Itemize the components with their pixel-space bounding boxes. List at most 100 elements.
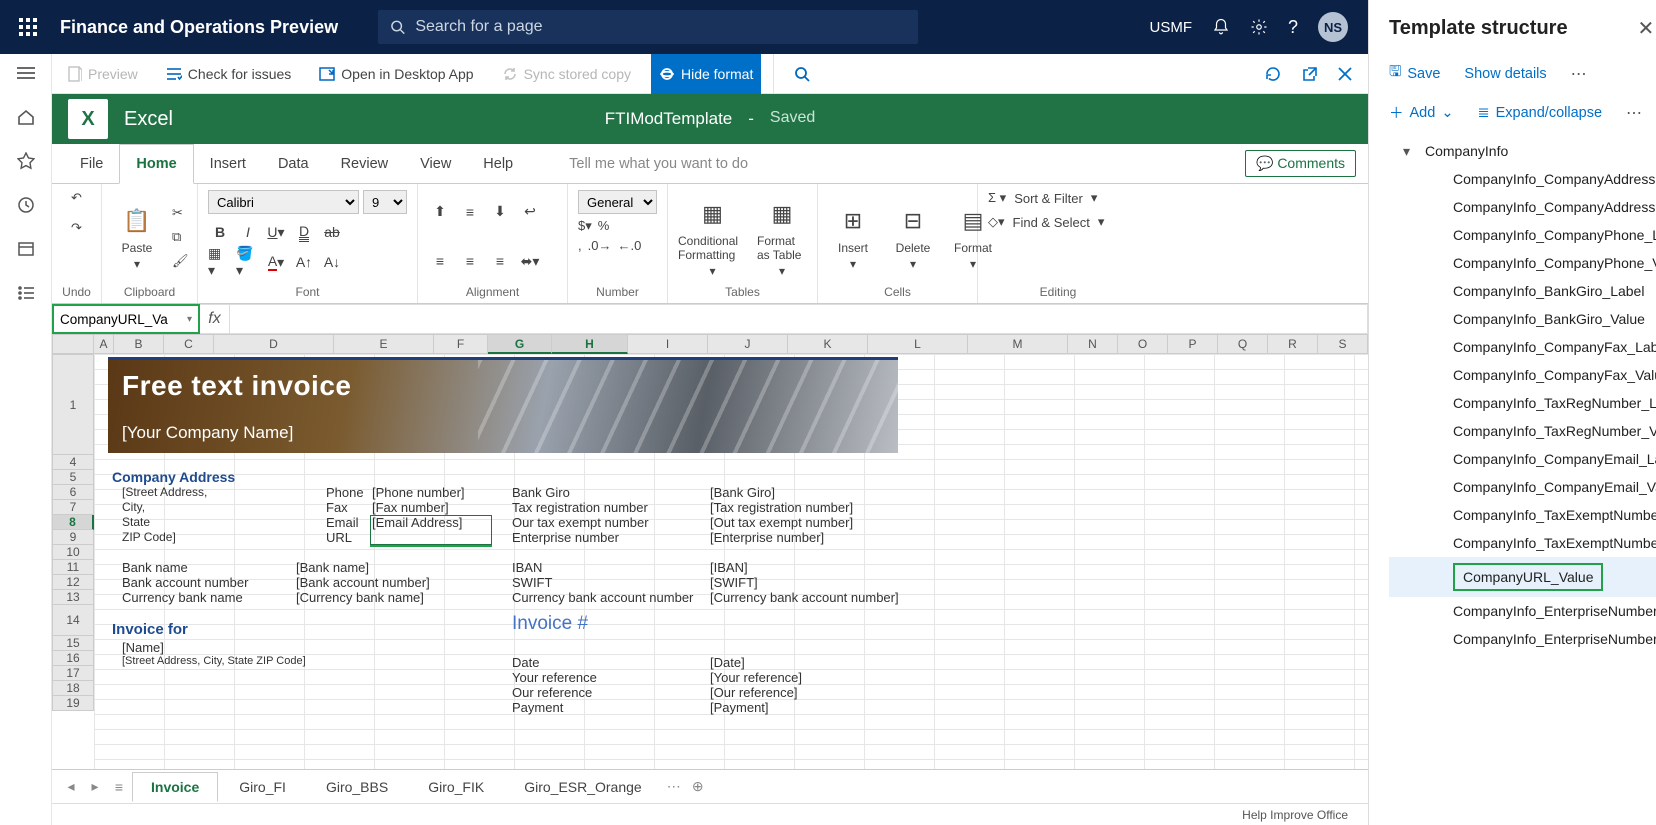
list-icon[interactable] xyxy=(15,282,37,304)
name-box[interactable]: CompanyURL_Va▾ xyxy=(52,304,200,334)
autosum-icon[interactable]: Σ ▾ xyxy=(988,190,1006,206)
border-button[interactable]: ▦ ▾ xyxy=(208,250,232,274)
tree-item[interactable]: CompanyInfo_CompanyEmail_La xyxy=(1389,445,1656,473)
hamburger-icon[interactable] xyxy=(15,62,37,84)
tab-review[interactable]: Review xyxy=(325,144,405,184)
document-name[interactable]: FTIModTemplate xyxy=(605,109,733,129)
column-header[interactable]: B xyxy=(114,334,164,354)
column-header[interactable]: I xyxy=(628,334,708,354)
clock-icon[interactable] xyxy=(15,194,37,216)
row-header[interactable]: 12 xyxy=(52,575,94,590)
column-header[interactable]: F xyxy=(434,334,488,354)
row-header[interactable]: 19 xyxy=(52,696,94,711)
align-middle-button[interactable]: ≡ xyxy=(458,200,482,224)
search-input[interactable] xyxy=(415,18,906,36)
align-left-button[interactable]: ≡ xyxy=(428,249,452,273)
row-header[interactable]: 16 xyxy=(52,651,94,666)
undo-icon[interactable]: ↶ xyxy=(71,190,82,206)
align-bottom-button[interactable]: ⬇ xyxy=(488,200,512,224)
tree-item[interactable]: CompanyInfo_CompanyEmail_Va xyxy=(1389,473,1656,501)
column-header[interactable]: E xyxy=(334,334,434,354)
tree-item[interactable]: CompanyInfo_EnterpriseNumber xyxy=(1389,625,1656,653)
merge-button[interactable]: ⬌▾ xyxy=(518,249,542,273)
font-size-select[interactable]: 9 xyxy=(363,190,407,214)
tree-item[interactable]: CompanyInfo_CompanyFax_Labe xyxy=(1389,333,1656,361)
column-header[interactable]: D xyxy=(214,334,334,354)
formula-bar[interactable] xyxy=(230,304,1368,334)
open-desktop-button[interactable]: Open in Desktop App xyxy=(311,54,481,94)
column-header[interactable]: L xyxy=(868,334,968,354)
home-icon[interactable] xyxy=(15,106,37,128)
row-header[interactable]: 4 xyxy=(52,455,94,470)
currency-button[interactable]: $▾ xyxy=(578,218,592,234)
conditional-formatting-button[interactable]: ▦Conditional Formatting ▾ xyxy=(678,196,747,278)
sheet-nav-prev-icon[interactable]: ▸ xyxy=(84,778,106,795)
percent-button[interactable]: % xyxy=(598,218,610,234)
spreadsheet-grid[interactable]: Free text invoice [Your Company Name] Co… xyxy=(94,354,1368,769)
column-header[interactable]: O xyxy=(1118,334,1168,354)
column-header[interactable]: A xyxy=(94,334,114,354)
align-top-button[interactable]: ⬆ xyxy=(428,200,452,224)
sheet-tab[interactable]: Invoice xyxy=(132,772,218,802)
avatar[interactable]: NS xyxy=(1318,12,1348,42)
column-header[interactable]: K xyxy=(788,334,868,354)
bold-button[interactable]: B xyxy=(208,220,232,244)
tree-item[interactable]: CompanyInfo_CompanyFax_Valu xyxy=(1389,361,1656,389)
select-all-corner[interactable] xyxy=(52,334,94,354)
tree-item[interactable]: CompanyInfo_TaxExemptNumbe xyxy=(1389,501,1656,529)
paste-button[interactable]: 📋Paste ▾ xyxy=(112,203,162,271)
tree-item[interactable]: CompanyInfo_TaxExemptNumbe xyxy=(1389,529,1656,557)
fill-color-button[interactable]: 🪣▾ xyxy=(236,250,260,274)
tree-item[interactable]: CompanyInfo_BankGiro_Value xyxy=(1389,305,1656,333)
format-painter-icon[interactable]: 🖌 xyxy=(172,253,189,269)
popout-icon[interactable] xyxy=(1302,66,1318,82)
inc-decimal-button[interactable]: .0→ xyxy=(588,238,612,253)
tree-item[interactable]: CompanyURL_Value xyxy=(1389,557,1656,597)
bell-icon[interactable] xyxy=(1212,18,1230,36)
more-2-icon[interactable]: ⋯ xyxy=(1626,103,1644,123)
refresh-icon[interactable] xyxy=(1264,65,1282,83)
row-header[interactable]: 8 xyxy=(52,515,94,530)
column-header[interactable]: J xyxy=(708,334,788,354)
tab-home[interactable]: Home xyxy=(119,144,193,184)
column-header[interactable]: S xyxy=(1318,334,1368,354)
tab-help[interactable]: Help xyxy=(467,144,529,184)
tab-view[interactable]: View xyxy=(404,144,467,184)
insert-cells-button[interactable]: ⊞Insert ▾ xyxy=(828,203,878,271)
sheet-tab[interactable]: Giro_BBS xyxy=(307,772,407,802)
tree-item[interactable]: CompanyInfo_TaxRegNumber_La xyxy=(1389,389,1656,417)
number-format-select[interactable]: General xyxy=(578,190,657,214)
check-issues-button[interactable]: Check for issues xyxy=(158,54,299,94)
row-header[interactable]: 13 xyxy=(52,590,94,605)
align-right-button[interactable]: ≡ xyxy=(488,249,512,273)
column-header[interactable]: N xyxy=(1068,334,1118,354)
help-icon[interactable]: ? xyxy=(1288,17,1298,38)
find-select-button[interactable]: Find & Select xyxy=(1013,215,1090,230)
tree-item[interactable]: CompanyInfo_CompanyPhone_L xyxy=(1389,221,1656,249)
close-icon[interactable] xyxy=(1338,67,1352,81)
sheet-tab[interactable]: Giro_ESR_Orange xyxy=(505,772,661,802)
row-header[interactable]: 15 xyxy=(52,636,94,651)
font-color-button[interactable]: A▾ xyxy=(264,250,288,274)
tree-item[interactable]: CompanyInfo_CompanyPhone_V xyxy=(1389,249,1656,277)
fx-icon[interactable]: fx xyxy=(200,304,230,334)
italic-button[interactable]: I xyxy=(236,220,260,244)
delete-cells-button[interactable]: ⊟Delete ▾ xyxy=(888,203,938,271)
toolbar-search-button[interactable] xyxy=(773,54,818,94)
sheet-more-icon[interactable]: ⋯ xyxy=(663,778,685,795)
column-header[interactable]: C xyxy=(164,334,214,354)
wrap-text-button[interactable]: ↩ xyxy=(518,200,542,224)
tab-data[interactable]: Data xyxy=(262,144,325,184)
row-header[interactable]: 7 xyxy=(52,500,94,515)
align-center-button[interactable]: ≡ xyxy=(458,249,482,273)
row-header[interactable]: 6 xyxy=(52,485,94,500)
sheet-nav-first-icon[interactable]: ◂ xyxy=(60,778,82,795)
cut-icon[interactable]: ✂ xyxy=(172,205,189,221)
row-header[interactable]: 18 xyxy=(52,681,94,696)
double-underline-button[interactable]: D xyxy=(292,220,316,244)
comma-button[interactable]: , xyxy=(578,238,582,253)
shrink-font-button[interactable]: A↓ xyxy=(320,250,344,274)
tab-file[interactable]: File xyxy=(64,144,119,184)
column-header[interactable]: P xyxy=(1168,334,1218,354)
dec-decimal-button[interactable]: ←.0 xyxy=(617,238,641,253)
